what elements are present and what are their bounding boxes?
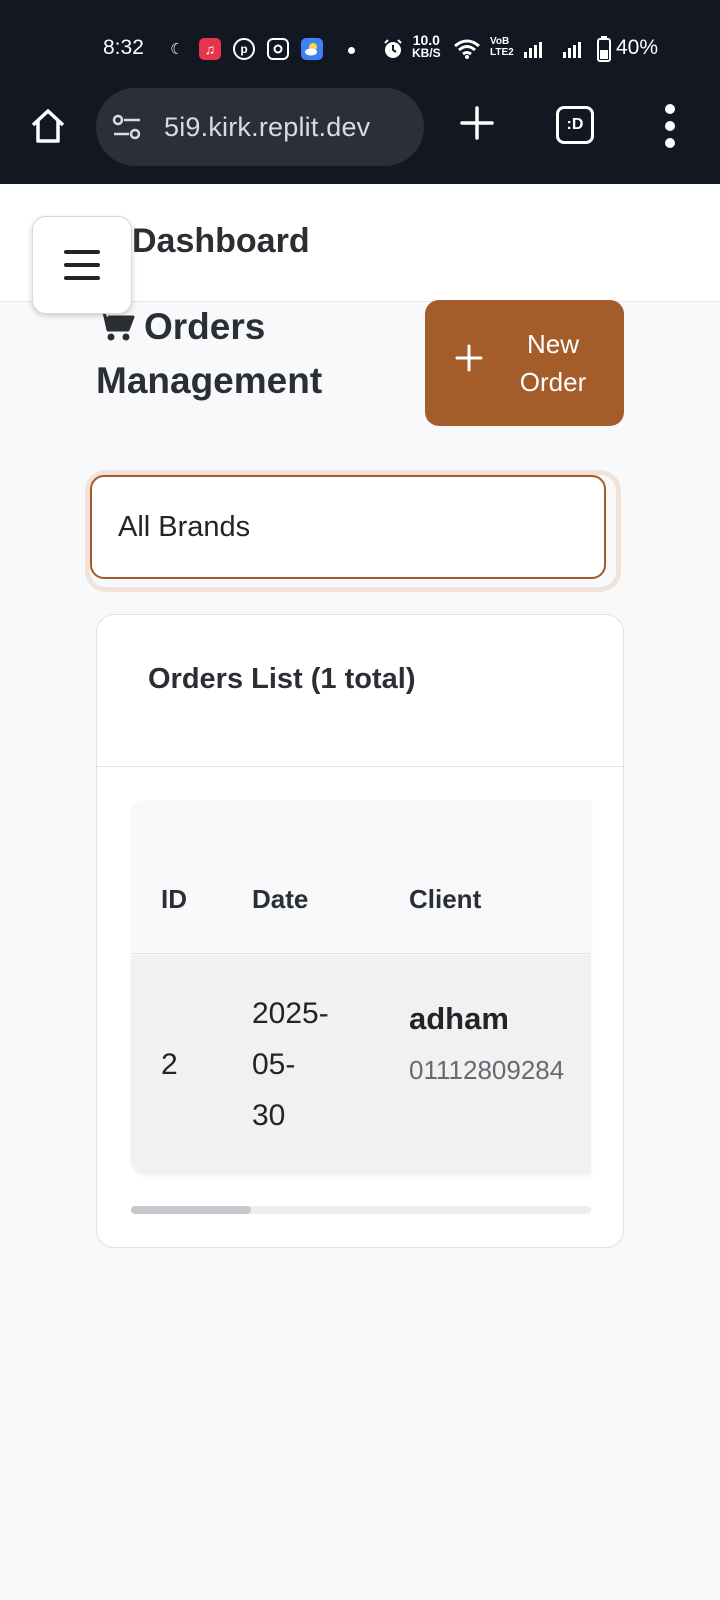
page-title-line2: Management [96, 360, 323, 401]
instagram-icon [267, 38, 289, 60]
signal-icon [524, 42, 542, 58]
client-name: adham [409, 1001, 509, 1036]
site-settings-icon[interactable] [112, 114, 142, 140]
column-header-id[interactable]: ID [161, 884, 187, 915]
new-tab-icon[interactable] [458, 104, 496, 142]
notification-dot [348, 47, 355, 54]
client-phone: 01112809284 [409, 1055, 565, 1085]
volte-indicator: VoB LTE2 [490, 36, 514, 58]
brand-filter-wrapper: All Brands [90, 475, 616, 587]
music-icon: ♫ [199, 38, 221, 60]
orders-card: Orders List (1 total) ID Date Client 2 2… [96, 614, 624, 1248]
scrollbar-thumb[interactable] [131, 1206, 251, 1214]
page-title: Orders Management [96, 300, 396, 408]
tab-switcher-button[interactable]: :D [556, 106, 594, 144]
table-row[interactable]: 2 2025- 05- 30 adham 01112809284 [131, 955, 591, 1174]
address-bar[interactable]: 5i9.kirk.replit.dev [96, 88, 424, 166]
new-order-label: New Order [519, 329, 587, 397]
speed-unit: KB/S [412, 46, 441, 60]
order-id: 2 [161, 1048, 178, 1081]
card-header: Orders List (1 total) [97, 615, 623, 767]
brand-select[interactable]: All Brands [90, 475, 606, 579]
column-header-date[interactable]: Date [252, 884, 308, 915]
browser-toolbar: 5i9.kirk.replit.dev :D [0, 86, 720, 166]
status-bar: 8:32 ☾ ♫ p 10.0 KB/S VoB LTE2 40% 5i9.ki… [0, 0, 720, 184]
column-header-client[interactable]: Client [409, 884, 481, 915]
status-time: 8:32 [103, 36, 144, 59]
page-title-line1: Orders [144, 306, 266, 347]
menu-toggle-button[interactable] [32, 216, 132, 314]
network-speed: 10.0 KB/S [412, 33, 441, 60]
pinterest-icon: p [233, 38, 255, 60]
alarm-icon [382, 38, 404, 60]
volte-bottom: LTE2 [490, 47, 514, 58]
horizontal-scrollbar[interactable] [131, 1206, 591, 1214]
header-title: Dashboard [132, 222, 310, 260]
order-date: 2025- 05- 30 [252, 997, 329, 1132]
plus-icon [455, 344, 483, 372]
battery-level: 40% [616, 36, 659, 59]
battery-icon [596, 36, 612, 62]
ramadan-icon: ☾ [170, 41, 184, 58]
orders-list-title: Orders List (1 total) [148, 663, 416, 695]
volte-top: VoB [490, 36, 510, 47]
weather-icon [301, 38, 323, 60]
overflow-menu-icon[interactable] [660, 104, 680, 148]
table-header: ID Date Client [131, 800, 591, 954]
new-order-button[interactable]: New Order [425, 300, 624, 426]
hamburger-icon [64, 250, 100, 254]
home-icon[interactable] [28, 106, 68, 146]
wifi-icon [452, 38, 482, 60]
signal-icon [563, 42, 581, 58]
orders-table: ID Date Client 2 2025- 05- 30 adham 011128… [131, 800, 591, 1174]
url-text: 5i9.kirk.replit.dev [164, 112, 371, 142]
